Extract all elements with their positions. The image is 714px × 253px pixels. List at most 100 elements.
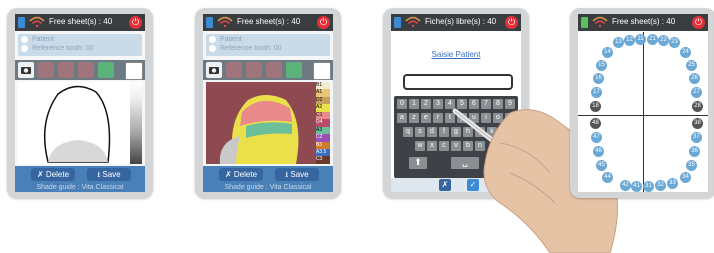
key[interactable]: z [409,113,419,123]
battery-icon [581,17,588,28]
thumbnail-2[interactable] [246,62,262,78]
screen: Free sheet(s) : 40 ⏻ Patient Reference t… [203,14,333,192]
tooth-position[interactable]: 32 [655,180,666,191]
horizontal-divider [578,115,708,116]
shade-swatch[interactable]: A3.5 [316,148,330,157]
save-button[interactable]: ⭳ Save [275,168,319,181]
free-sheets-text: Fiche(s) libre(s) : 40 [425,17,497,26]
battery-icon [206,17,213,28]
thumbnail-3[interactable] [78,62,94,78]
screen: Free sheet(s) : 40 ⏻ 13 12 11 21 22 23 1… [578,14,708,192]
shade-swatch[interactable]: B1 [316,82,330,90]
tooth-position[interactable]: 33 [667,178,678,189]
tooth-position[interactable]: 47 [591,132,602,143]
tooth-position[interactable]: 16 [593,73,604,84]
tooth-outline [43,85,111,163]
tooth-position[interactable]: 48 [590,118,601,129]
device-4: Free sheet(s) : 40 ⏻ 13 12 11 21 22 23 1… [570,8,714,198]
tooth-position[interactable]: 13 [613,37,624,48]
tooth-position[interactable]: 42 [620,180,631,191]
free-sheets-text: Free sheet(s) : 40 [237,17,301,26]
tooth-position[interactable]: 21 [647,34,658,45]
tooth-position[interactable]: 22 [658,35,669,46]
wifi-icon [217,16,233,28]
delete-button[interactable]: ✗ Delete [219,168,263,181]
power-icon[interactable]: ⏻ [692,16,705,29]
wifi-icon [29,16,45,28]
shade-swatch[interactable]: B3 [316,141,330,149]
screen: Free sheet(s) : 40 ⏻ Patient Reference t… [15,14,145,192]
tooth-position[interactable]: 11 [635,34,646,45]
status-bar: Free sheet(s) : 40 ⏻ [578,14,708,31]
shade-map-image [206,82,316,164]
tooth-position[interactable]: 27 [691,87,702,98]
tooth-position[interactable]: 37 [691,132,702,143]
camera-icon[interactable] [206,62,222,78]
tooth-position[interactable]: 24 [680,47,691,58]
tooth-position[interactable]: 25 [686,60,697,71]
power-icon[interactable]: ⏻ [505,16,518,29]
image-toolbar [15,60,145,80]
tooth-position[interactable]: 23 [669,37,680,48]
thumbnail-4[interactable] [98,62,114,78]
radio-icon[interactable] [209,45,216,52]
tooth-position[interactable]: 44 [602,172,613,183]
tooth-position[interactable]: 17 [591,87,602,98]
delete-button[interactable]: ✗ Delete [31,168,75,181]
key[interactable]: e [421,113,431,123]
key[interactable]: 0 [397,99,407,109]
tooth-icon[interactable] [313,62,331,80]
shade-palette: B1 A1 D2 A2 C1 D4 A3 C2 B3 A3.5 C3 [316,82,330,164]
power-icon[interactable]: ⏻ [317,16,330,29]
power-icon[interactable]: ⏻ [129,16,142,29]
key[interactable]: q [403,127,413,137]
patient-name-input[interactable] [403,74,513,90]
shade-swatch[interactable]: D2 [316,96,330,105]
save-button[interactable]: ⭳ Save [87,168,131,181]
tooth-position[interactable]: 18 [590,101,601,112]
key[interactable]: w [415,141,425,151]
shade-swatch[interactable]: C2 [316,134,330,142]
key[interactable]: x [427,141,437,151]
shade-swatch[interactable]: A3 [316,126,330,135]
tooth-position[interactable]: 26 [689,73,700,84]
reference-tooth-label: Reference tooth: 00 [220,45,282,52]
tooth-position[interactable]: 41 [631,181,642,192]
tooth-position[interactable]: 14 [602,47,613,58]
tooth-position[interactable]: 46 [593,146,604,157]
tooth-position[interactable]: 45 [596,160,607,171]
tooth-position[interactable]: 15 [596,60,607,71]
thumbnail-1[interactable] [226,62,242,78]
tooth-position[interactable]: 38 [692,118,703,129]
action-bar: ✗ Delete ⭳ Save [203,166,333,183]
tooth-position[interactable]: 12 [624,35,635,46]
tooth-position[interactable]: 34 [680,172,691,183]
tooth-position[interactable]: 31 [643,181,654,192]
camera-icon[interactable] [18,62,34,78]
radio-icon[interactable] [209,36,216,43]
thumbnail-2[interactable] [58,62,74,78]
shade-swatch[interactable]: C3 [316,156,330,164]
shade-swatch[interactable]: A2 [316,104,330,112]
tooth-position[interactable]: 28 [692,101,703,112]
tooth-position[interactable]: 36 [689,146,700,157]
key[interactable]: a [397,113,407,123]
shade-swatch[interactable]: D4 [316,119,330,127]
radio-icon[interactable] [21,36,28,43]
tooth-icon[interactable] [125,62,143,80]
thumbnail-4[interactable] [286,62,302,78]
shade-swatch[interactable]: C1 [316,111,330,120]
key[interactable]: 2 [421,99,431,109]
key[interactable]: d [427,127,437,137]
shift-key-icon[interactable]: ⬆ [409,157,427,169]
shade-guide-text: Shade guide : Vita Classical [15,183,145,192]
key[interactable]: 1 [409,99,419,109]
key[interactable]: s [415,127,425,137]
tooth-position[interactable]: 35 [686,160,697,171]
radio-icon[interactable] [21,45,28,52]
shade-swatch[interactable]: A1 [316,89,330,97]
status-bar: Free sheet(s) : 40 ⏻ [203,14,333,31]
thumbnail-3[interactable] [266,62,282,78]
page-title: Saisie Patient [431,50,481,59]
thumbnail-1[interactable] [38,62,54,78]
